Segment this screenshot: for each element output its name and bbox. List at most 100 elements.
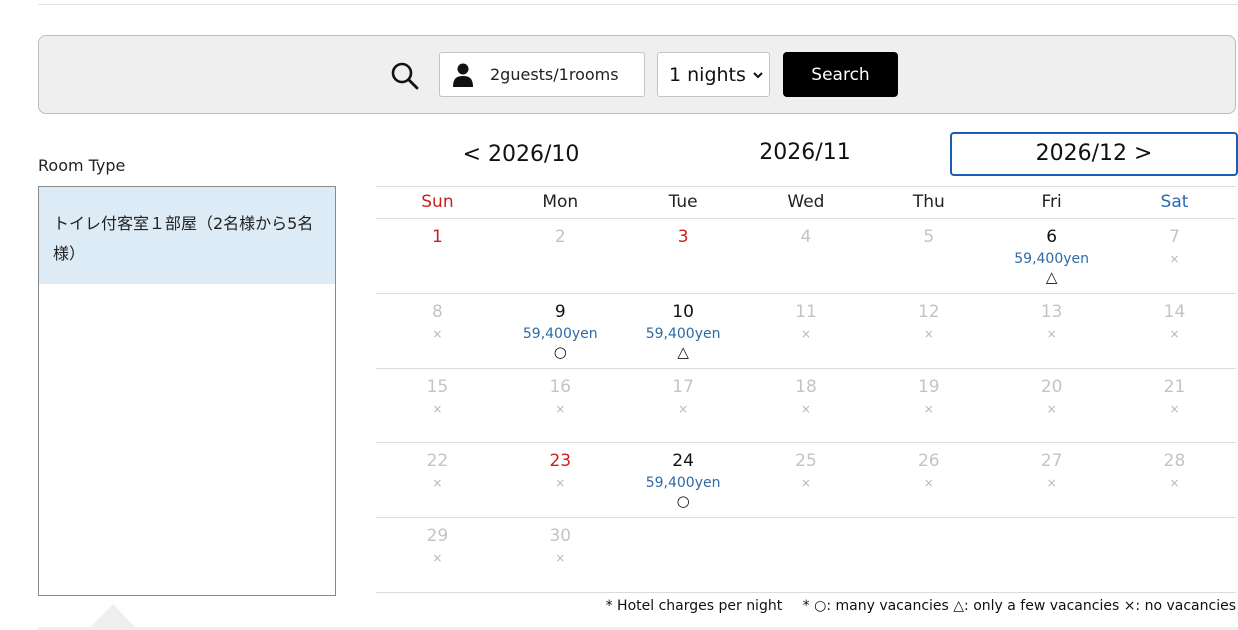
calendar-day (1113, 518, 1236, 592)
calendar-day: 16 × (499, 369, 622, 443)
calendar-weeks: 1 2 3 4 5 6 59,400yen △ 7 × 8 × 9 59,400yen ○ 10 59,400y… (376, 218, 1236, 592)
calendar-day: 1 (376, 219, 499, 293)
calendar-day[interactable]: 6 59,400yen △ (990, 219, 1113, 293)
day-number: 27 (1040, 451, 1063, 472)
day-number: 7 (1169, 227, 1180, 247)
day-number: 22 (426, 451, 449, 472)
calendar-bottom-rule (376, 591, 1236, 593)
day-number: 8 (432, 301, 443, 322)
day-number: 15 (426, 376, 449, 397)
vacancy-mark: × (555, 401, 566, 416)
room-type-list: トイレ付客室１部屋（2名様から5名様） (38, 186, 336, 596)
guests-rooms-selector[interactable]: 2guests/1rooms (439, 52, 645, 97)
day-number: 26 (917, 451, 940, 472)
weekday-header: Sun Mon Tue Wed Thu Fri Sat (376, 186, 1236, 218)
day-number: 24 (672, 451, 694, 472)
day-price: 59,400yen (645, 325, 721, 342)
calendar-day: 26 × (867, 443, 990, 517)
vacancy-mark: × (1046, 401, 1057, 416)
day-number: 20 (1040, 376, 1063, 397)
weekday-thu: Thu (912, 192, 945, 212)
day-number: 14 (1163, 301, 1186, 322)
calendar-week: 22 × 23 × 24 59,400yen ○ 25 × 26 × 27 × 28 × (376, 442, 1236, 517)
calendar-day: 8 × (376, 294, 499, 368)
day-number: 16 (549, 376, 572, 397)
vacancy-mark: × (1046, 326, 1057, 341)
vacancy-mark: × (1169, 252, 1180, 266)
calendar-day: 20 × (990, 369, 1113, 443)
vacancy-mark: ○ (553, 342, 567, 361)
legend-marks-note: * ○: many vacancies △: only a few vacanc… (802, 598, 1236, 614)
day-number: 13 (1040, 301, 1063, 322)
calendar-day: 13 × (990, 294, 1113, 368)
calendar-day: 21 × (1113, 369, 1236, 443)
day-number: 10 (672, 301, 694, 322)
day-number: 11 (795, 301, 817, 322)
calendar-day (990, 518, 1113, 592)
room-type-item[interactable]: トイレ付客室１部屋（2名様から5名様） (39, 187, 335, 284)
calendar-day: 28 × (1113, 443, 1236, 517)
calendar-day (745, 518, 868, 592)
calendar-day: 7 × (1113, 219, 1236, 293)
day-number: 29 (426, 526, 449, 547)
weekday-fri: Fri (1041, 192, 1062, 212)
calendar-day: 12 × (867, 294, 990, 368)
calendar-day: 30 × (499, 518, 622, 592)
vacancy-mark: △ (1045, 268, 1058, 286)
next-month-button[interactable]: 2026/12 > (950, 132, 1238, 176)
calendar-day: 14 × (1113, 294, 1236, 368)
calendar-day: 25 × (745, 443, 868, 517)
vacancy-mark: × (800, 401, 811, 416)
day-number: 12 (917, 301, 940, 322)
calendar-day: 3 (622, 219, 745, 293)
day-number: 30 (549, 526, 572, 547)
day-number: 1 (432, 227, 443, 247)
calendar-day: 11 × (745, 294, 868, 368)
weekday-sun: Sun (421, 192, 454, 212)
guests-rooms-label: 2guests/1rooms (490, 65, 619, 84)
room-type-heading: Room Type (38, 156, 126, 175)
prev-month-link[interactable]: < 2026/10 (376, 138, 666, 172)
vacancy-mark: × (1169, 326, 1180, 341)
day-price: 59,400yen (1014, 251, 1090, 267)
vacancy-mark: × (800, 476, 811, 491)
calendar-week: 29 × 30 × (376, 517, 1236, 592)
search-panel: 2guests/1rooms 1 nights Search (38, 35, 1236, 114)
vacancy-mark: × (1169, 401, 1180, 416)
calendar-day: 4 (745, 219, 868, 293)
day-number: 19 (917, 376, 940, 397)
calendar-day (622, 518, 745, 592)
vacancy-mark: × (1169, 476, 1180, 491)
nights-select[interactable]: 1 nights (657, 52, 770, 97)
vacancy-mark: × (1046, 476, 1057, 491)
availability-calendar: Sun Mon Tue Wed Thu Fri Sat 1 2 3 4 5 6 59,400… (376, 186, 1236, 593)
vacancy-mark: × (432, 401, 443, 416)
legend-charges-note: * Hotel charges per night (605, 598, 783, 614)
day-number: 2 (554, 227, 566, 247)
vacancy-mark: × (923, 476, 934, 491)
vacancy-mark: △ (677, 342, 689, 361)
vacancy-mark: × (923, 401, 934, 416)
calendar-week: 1 2 3 4 5 6 59,400yen △ 7 × (376, 218, 1236, 293)
day-number: 9 (554, 301, 566, 322)
nights-selected-value: 1 nights (669, 63, 746, 86)
vacancy-mark: × (555, 476, 566, 491)
calendar-day: 18 × (745, 369, 868, 443)
vacancy-mark: × (432, 551, 443, 566)
calendar-day: 27 × (990, 443, 1113, 517)
day-price: 59,400yen (645, 475, 721, 492)
weekday-tue: Tue (668, 192, 698, 212)
calendar-day[interactable]: 9 59,400yen ○ (499, 294, 622, 368)
calendar-day: 23 × (499, 443, 622, 517)
calendar-week: 8 × 9 59,400yen ○ 10 59,400yen △ 11 × 12 × 13 × 14 × (376, 292, 1236, 368)
calendar-day[interactable]: 10 59,400yen △ (622, 294, 745, 368)
search-button[interactable]: Search (783, 52, 898, 97)
day-number: 4 (800, 227, 812, 247)
chevron-down-icon (753, 72, 763, 79)
day-number: 3 (677, 227, 689, 247)
vacancy-mark: × (432, 476, 443, 491)
day-number: 21 (1163, 376, 1186, 397)
current-month-label: 2026/11 (759, 140, 851, 165)
calendar-day: 22 × (376, 443, 499, 517)
calendar-day[interactable]: 24 59,400yen ○ (622, 443, 745, 517)
